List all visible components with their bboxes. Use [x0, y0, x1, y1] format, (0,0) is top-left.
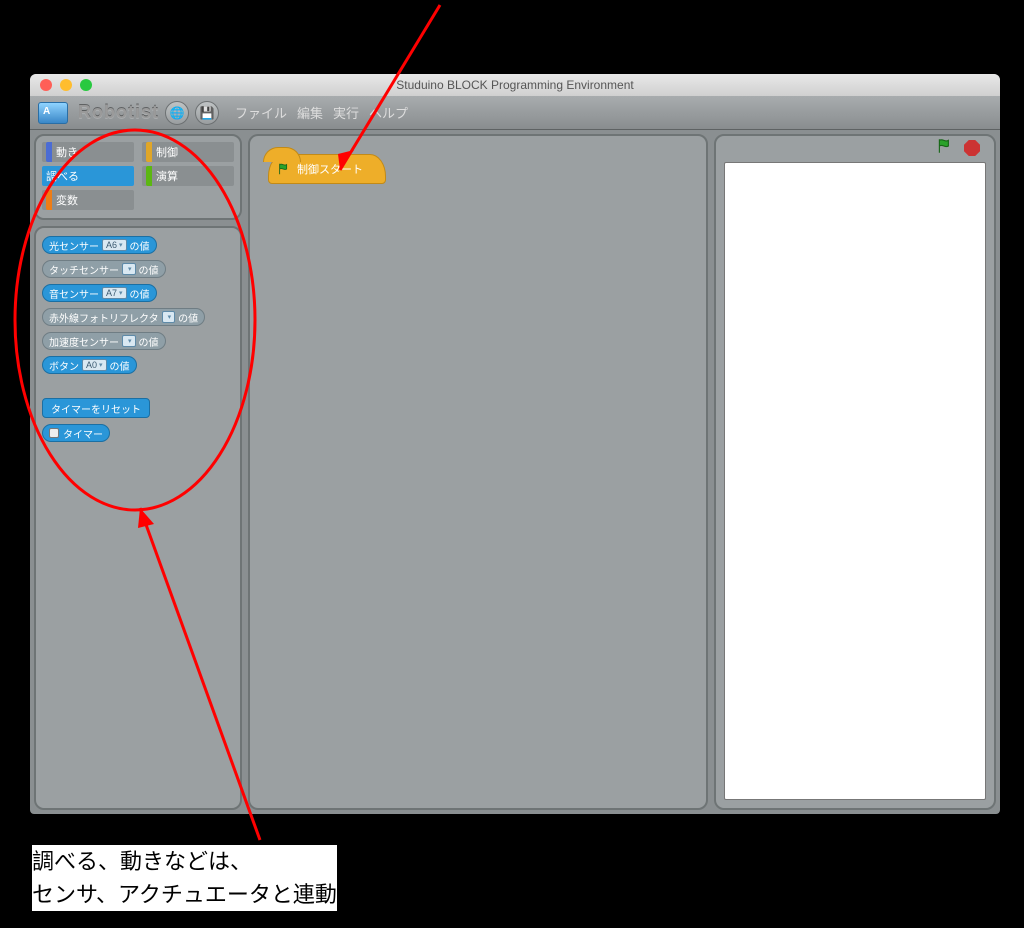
workarea: 動き 制御 調べる 演算 変数 光センサー A6 の値 タッチセンサー の値	[30, 130, 1000, 814]
category-variables-label: 変数	[56, 192, 78, 208]
block-timer-reset[interactable]: タイマーをリセット	[42, 398, 150, 418]
accel-port-dropdown[interactable]	[122, 335, 136, 347]
block-light-sensor[interactable]: 光センサー A6 の値	[42, 236, 157, 254]
menu-run[interactable]: 実行	[333, 103, 359, 122]
category-control[interactable]: 制御	[142, 142, 234, 162]
category-control-label: 制御	[156, 144, 178, 160]
block-sound-pre: 音センサー	[49, 286, 99, 301]
touch-port-dropdown[interactable]	[122, 263, 136, 275]
menu-edit[interactable]: 編集	[297, 103, 323, 122]
app-logo-icon	[38, 102, 68, 124]
block-accel-sensor[interactable]: 加速度センサー の値	[42, 332, 166, 350]
stage-column	[714, 134, 996, 810]
category-operators-label: 演算	[156, 168, 178, 184]
category-panel: 動き 制御 調べる 演算 変数	[34, 134, 242, 220]
annotation-line1: 調べる、動きなどは、	[32, 845, 337, 878]
block-sound-post: の値	[130, 286, 150, 301]
annotation-text: 調べる、動きなどは、 センサ、アクチュエータと連動	[32, 845, 337, 911]
block-accel-pre: 加速度センサー	[49, 334, 119, 349]
brand-text: Robotist	[78, 102, 159, 123]
block-touch-pre: タッチセンサー	[49, 262, 119, 277]
block-button-sensor[interactable]: ボタン A0 の値	[42, 356, 137, 374]
annotation-line2: センサ、アクチュエータと連動	[32, 878, 337, 911]
language-button[interactable]: 🌐	[165, 101, 189, 125]
hat-block-label: 制御スタート	[297, 161, 363, 177]
category-variables[interactable]: 変数	[42, 190, 134, 210]
block-sound-sensor[interactable]: 音センサー A7 の値	[42, 284, 157, 302]
block-timer-label: タイマー	[63, 426, 103, 441]
stage-canvas[interactable]	[724, 162, 986, 800]
stage-header	[716, 136, 994, 160]
category-motion-label: 動き	[56, 144, 78, 160]
block-button-post: の値	[110, 358, 130, 373]
block-palette: 光センサー A6 の値 タッチセンサー の値 音センサー A7 の値 赤外線フォ…	[34, 226, 242, 810]
block-button-pre: ボタン	[49, 358, 79, 373]
block-touch-post: の値	[139, 262, 159, 277]
block-ir-sensor[interactable]: 赤外線フォトリフレクタ の値	[42, 308, 205, 326]
hat-block-start[interactable]: 制御スタート	[268, 154, 386, 184]
stage-panel	[714, 134, 996, 810]
titlebar: Studuino BLOCK Programming Environment	[30, 74, 1000, 96]
block-light-pre: 光センサー	[49, 238, 99, 253]
block-ir-post: の値	[178, 310, 198, 325]
go-flag-button[interactable]	[936, 137, 954, 160]
block-touch-sensor[interactable]: タッチセンサー の値	[42, 260, 166, 278]
block-ir-pre: 赤外線フォトリフレクタ	[49, 310, 159, 325]
window-title: Studuino BLOCK Programming Environment	[30, 78, 1000, 92]
script-area[interactable]: 制御スタート	[248, 134, 708, 810]
menu-file[interactable]: ファイル	[235, 103, 287, 122]
category-motion[interactable]: 動き	[42, 142, 134, 162]
ir-port-dropdown[interactable]	[162, 311, 176, 323]
block-accel-post: の値	[139, 334, 159, 349]
script-column: 制御スタート	[248, 134, 708, 810]
category-sensing[interactable]: 調べる	[42, 166, 134, 186]
menubar: Robotist 🌐 💾 ファイル 編集 実行 ヘルプ	[30, 96, 1000, 130]
menu-help[interactable]: ヘルプ	[369, 103, 408, 122]
save-button[interactable]: 💾	[195, 101, 219, 125]
button-port-dropdown[interactable]: A0	[82, 359, 107, 371]
stop-button[interactable]	[964, 140, 980, 156]
timer-checkbox[interactable]	[49, 428, 59, 438]
palette-column: 動き 制御 調べる 演算 変数 光センサー A6 の値 タッチセンサー の値	[34, 134, 242, 810]
block-timer[interactable]: タイマー	[42, 424, 110, 442]
category-sensing-label: 調べる	[46, 168, 79, 184]
green-flag-icon	[277, 162, 291, 176]
sound-port-dropdown[interactable]: A7	[102, 287, 127, 299]
block-light-post: の値	[130, 238, 150, 253]
category-operators[interactable]: 演算	[142, 166, 234, 186]
light-port-dropdown[interactable]: A6	[102, 239, 127, 251]
app-window: Studuino BLOCK Programming Environment R…	[30, 74, 1000, 814]
